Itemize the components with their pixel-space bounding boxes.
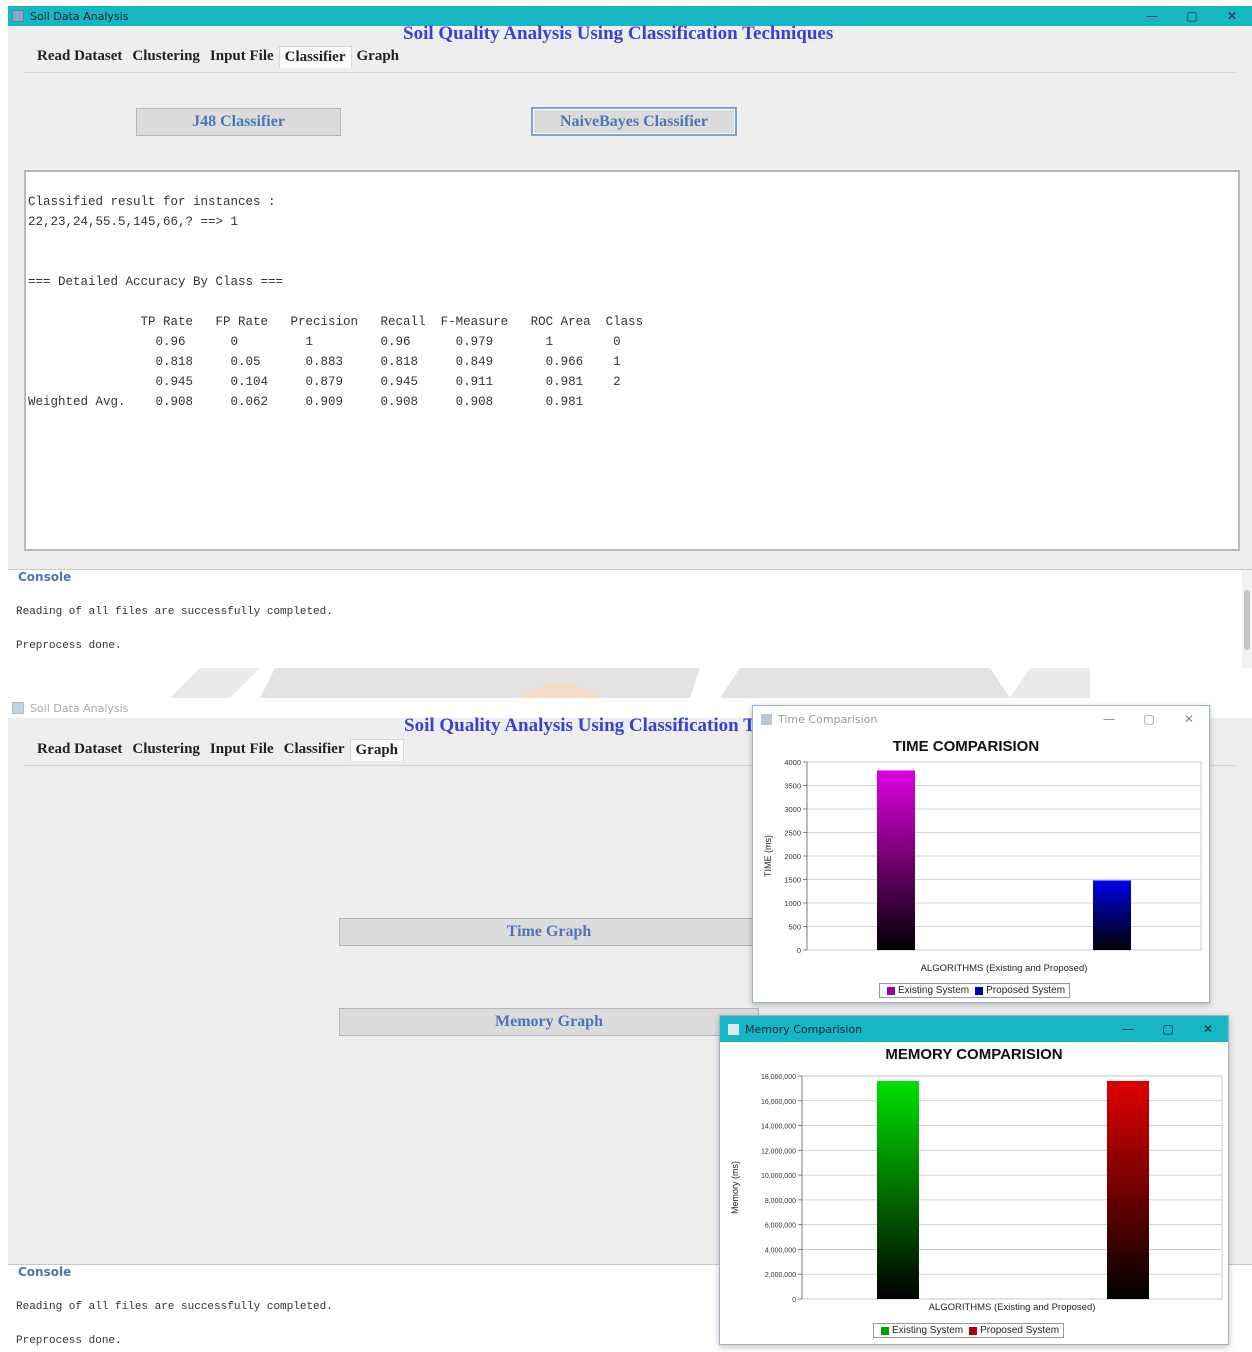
naive-bayes-classifier-button[interactable]: NaiveBayes Classifier (531, 107, 737, 136)
java-app-icon (12, 10, 24, 22)
y-tick-label: 0 (792, 1297, 796, 1304)
watermark-strip (0, 668, 1252, 698)
tab-separator (24, 72, 1236, 73)
y-tick-label: 3000 (784, 805, 801, 814)
minimize-button[interactable]: — (1132, 6, 1172, 26)
bar-proposed-system (1107, 1080, 1149, 1299)
console-panel: Console Reading of all files are success… (8, 569, 1252, 668)
legend-swatch-proposed (969, 1326, 978, 1335)
tab-classifier[interactable]: Classifier (279, 739, 350, 761)
maximize-button[interactable]: ▢ (1148, 1016, 1188, 1042)
chart-app-icon (761, 713, 772, 725)
tab-bar: Read Dataset Clustering Input File Class… (32, 739, 405, 761)
console-scrollbar[interactable] (1242, 570, 1252, 668)
chart-app-icon (728, 1023, 739, 1035)
console-line: Preprocess done. (16, 1335, 122, 1347)
y-axis-label: Memory (ms) (730, 1161, 740, 1214)
tab-read-dataset[interactable]: Read Dataset (32, 46, 127, 68)
x-axis-label: ALGORITHMS (Existing and Proposed) (929, 1302, 1096, 1313)
bar-proposed-system (1093, 880, 1131, 950)
soil-analysis-window-classifier: Soil Data Analysis — ▢ ✕ Soil Quality An… (8, 6, 1252, 668)
y-tick-label: 1500 (784, 876, 801, 885)
window-controls: — ▢ ✕ (1108, 1016, 1228, 1042)
tab-input-file[interactable]: Input File (205, 739, 279, 761)
chart-legend: Existing System Proposed System (873, 1323, 1065, 1338)
y-tick-label: 2500 (784, 829, 801, 838)
plot-area (801, 1075, 1223, 1300)
y-tick-label: 8,000,000 (765, 1198, 796, 1205)
minimize-button[interactable]: — (1089, 706, 1129, 732)
minimize-button[interactable]: — (1108, 1016, 1148, 1042)
tab-clustering[interactable]: Clustering (127, 739, 205, 761)
close-button[interactable]: ✕ (1188, 1016, 1228, 1042)
tab-read-dataset[interactable]: Read Dataset (32, 739, 127, 761)
console-line: Reading of all files are successfully co… (16, 1301, 333, 1313)
time-graph-button[interactable]: Time Graph (339, 918, 759, 946)
y-tick-label: 4,000,000 (765, 1247, 796, 1254)
y-tick-label: 1000 (784, 899, 801, 908)
bar-existing-system (877, 770, 915, 950)
memory-graph-button[interactable]: Memory Graph (339, 1008, 759, 1036)
tab-input-file[interactable]: Input File (205, 46, 279, 68)
tab-graph[interactable]: Graph (352, 46, 405, 68)
y-tick-label: 4000 (784, 758, 801, 767)
legend-existing-label: Existing System (898, 985, 970, 996)
y-tick-label: 10,000,000 (761, 1173, 796, 1180)
window-controls: — ▢ ✕ (1089, 706, 1209, 732)
chart-title: TIME COMPARISION (892, 738, 1040, 755)
memory-comparison-window: Memory Comparision — ▢ ✕ MEMORY COMPARIS… (719, 1015, 1229, 1345)
app-title: Soil Quality Analysis Using Classificati… (403, 23, 834, 44)
tab-bar: Read Dataset Clustering Input File Class… (32, 46, 404, 68)
memory-chart: 0 2,000,000 4,000,000 6,000,000 8,000,000 10,… (730, 1074, 1223, 1313)
time-chart: 0 500 1000 1500 2000 2500 3000 3500 4000 ALGORITH… (763, 758, 1202, 974)
tab-graph[interactable]: Graph (349, 739, 405, 761)
j48-classifier-button[interactable]: J48 Classifier (136, 108, 341, 136)
legend-swatch-existing (887, 986, 895, 995)
y-tick-label: 6,000,000 (765, 1223, 796, 1230)
y-tick-label: 500 (788, 923, 801, 932)
console-label: Console (18, 570, 72, 584)
window-title: Soil Data Analysis (30, 701, 129, 715)
scrollbar-thumb[interactable] (1244, 590, 1250, 650)
legend-proposed-label: Proposed System (980, 1325, 1060, 1336)
console-line: Preprocess done. (16, 640, 122, 652)
y-tick-label: 2000 (784, 852, 801, 861)
close-button[interactable]: ✕ (1169, 706, 1209, 732)
y-tick-label: 3500 (784, 782, 801, 791)
chart-title: MEMORY COMPARISION (885, 1046, 1063, 1063)
tab-classifier[interactable]: Classifier (278, 46, 352, 68)
y-tick-label: 0 (797, 946, 801, 955)
close-button[interactable]: ✕ (1212, 6, 1252, 26)
console-line: Reading of all files are successfully co… (16, 606, 333, 618)
y-tick-label: 14,000,000 (761, 1124, 796, 1131)
y-tick-label: 2,000,000 (765, 1272, 796, 1279)
time-comparison-window: Time Comparision — ▢ ✕ TIME COMPARISION … (752, 705, 1210, 1003)
chart-legend: Existing System Proposed System (879, 983, 1071, 998)
legend-proposed-label: Proposed System (986, 985, 1066, 996)
legend-existing-label: Existing System (892, 1325, 964, 1336)
y-tick-label: 18,000,000 (761, 1074, 796, 1081)
classification-output-area[interactable]: Classified result for instances : 22,23,… (24, 170, 1240, 551)
window-title: Memory Comparision (745, 1022, 863, 1036)
watermark-shapes (170, 668, 1090, 698)
bar-existing-system (877, 1080, 919, 1299)
window-title: Soil Data Analysis (30, 9, 129, 23)
y-axis-label: TIME (ms) (763, 835, 773, 877)
console-label: Console (18, 1265, 72, 1279)
tab-clustering[interactable]: Clustering (127, 46, 205, 68)
java-app-icon (12, 702, 24, 714)
y-tick-label: 16,000,000 (761, 1099, 796, 1106)
maximize-button[interactable]: ▢ (1172, 6, 1212, 26)
legend-swatch-existing (881, 1326, 889, 1335)
window-title: Time Comparision (778, 712, 878, 726)
maximize-button[interactable]: ▢ (1129, 706, 1169, 732)
legend-swatch-proposed (975, 986, 984, 995)
x-axis-label: ALGORITHMS (Existing and Proposed) (921, 963, 1088, 974)
y-tick-label: 12,000,000 (761, 1148, 796, 1155)
